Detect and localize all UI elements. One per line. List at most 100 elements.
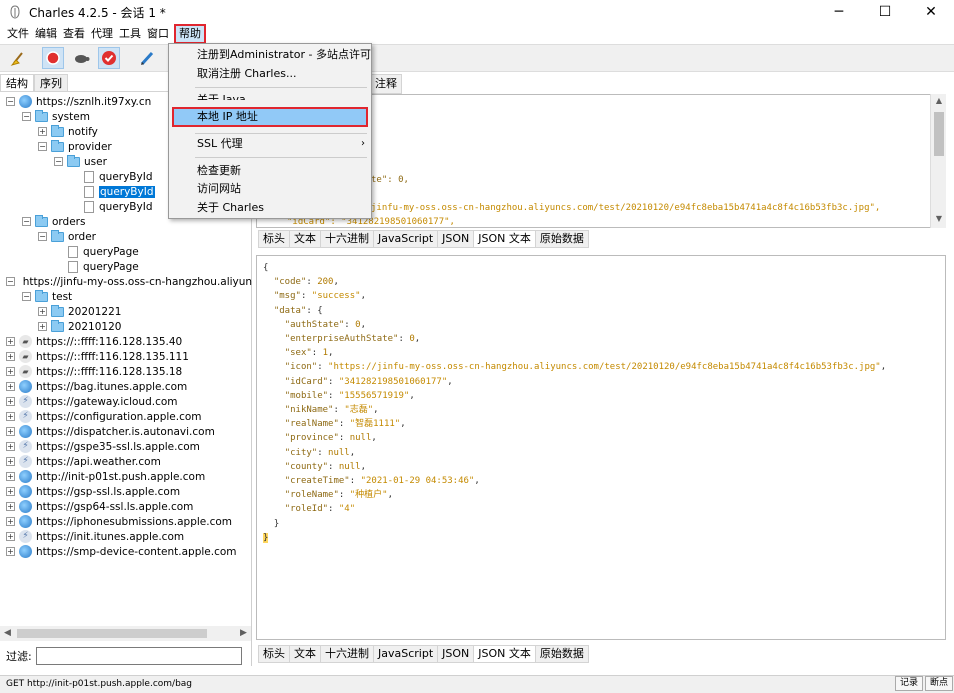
tree-node[interactable]: + https://gsp64-ssl.ls.apple.com <box>6 499 193 514</box>
expand-icon[interactable]: + <box>6 382 15 391</box>
record-icon[interactable] <box>42 47 64 69</box>
tree-node[interactable]: + https://dispatcher.is.autonavi.com <box>6 424 215 439</box>
tree-node[interactable]: + https://smp-device-content.apple.com <box>6 544 237 559</box>
tab-json[interactable]: JSON <box>437 645 475 663</box>
expand-icon[interactable]: + <box>6 457 15 466</box>
tree-node[interactable]: + ⚡ https://init.itunes.apple.com <box>6 529 184 544</box>
scrollbar-thumb[interactable] <box>934 112 944 156</box>
tree-node[interactable]: queryPage <box>68 244 139 259</box>
recording-button[interactable]: 记录 <box>895 676 924 691</box>
menu-item-local-ip[interactable]: 本地 IP 地址 <box>172 107 368 127</box>
tree-node[interactable]: + ⚡ https://configuration.apple.com <box>6 409 202 424</box>
expand-icon[interactable]: + <box>6 397 15 406</box>
tree-node[interactable]: + ⚡ https://gspe35-ssl.ls.apple.com <box>6 439 200 454</box>
menu-view[interactable]: 查看 <box>60 25 88 43</box>
menu-item-ssl-proxy[interactable]: SSL 代理 › <box>169 134 371 154</box>
tab-json-text[interactable]: JSON 文本 <box>473 230 536 248</box>
expand-icon[interactable]: + <box>38 127 47 136</box>
tab-hex[interactable]: 十六进制 <box>320 645 374 663</box>
tab-notes[interactable]: 注释 <box>370 74 402 94</box>
expand-icon[interactable]: + <box>6 352 15 361</box>
minimize-button[interactable]: ─ <box>816 0 862 24</box>
expand-icon[interactable]: + <box>6 412 15 421</box>
broom-icon[interactable] <box>8 47 30 69</box>
collapse-icon[interactable]: − <box>22 217 31 226</box>
tree-node[interactable]: − test <box>22 289 72 304</box>
tree-node[interactable]: − order <box>38 229 96 244</box>
tree-node[interactable]: + http://init-p01st.push.apple.com <box>6 469 205 484</box>
breakpoints-status-button[interactable]: 断点 <box>925 676 954 691</box>
tree-node[interactable]: queryById <box>84 169 153 184</box>
scroll-left-icon[interactable]: ◀ <box>0 626 15 641</box>
tree-node[interactable]: + https://iphonesubmissions.apple.com <box>6 514 232 529</box>
expand-icon[interactable]: + <box>38 322 47 331</box>
scrollbar-thumb[interactable] <box>17 629 207 638</box>
tree-node[interactable]: +20210120 <box>38 319 121 334</box>
expand-icon[interactable]: + <box>6 547 15 556</box>
compose-pen-icon[interactable] <box>136 47 158 69</box>
tree-node[interactable]: − orders <box>22 214 85 229</box>
menu-item-about-charles[interactable]: 关于 Charles <box>169 198 371 218</box>
tree-node[interactable]: + ▰ https://::ffff:116.128.135.18 <box>6 364 182 379</box>
expand-icon[interactable]: + <box>6 427 15 436</box>
menu-item-unregister[interactable]: 取消注册 Charles... <box>169 64 371 84</box>
collapse-icon[interactable]: − <box>6 97 15 106</box>
filter-input[interactable] <box>35 647 242 665</box>
collapse-icon[interactable]: − <box>38 142 47 151</box>
tree-node[interactable]: + notify <box>38 124 98 139</box>
scroll-down-icon[interactable]: ▼ <box>931 214 947 223</box>
collapse-icon[interactable]: − <box>38 232 47 241</box>
scroll-right-icon[interactable]: ▶ <box>236 626 251 641</box>
tab-headers[interactable]: 标头 <box>258 645 290 663</box>
expand-icon[interactable]: + <box>6 337 15 346</box>
menu-window[interactable]: 窗口 <box>144 25 172 43</box>
tree-node[interactable]: + ⚡ https://api.weather.com <box>6 454 161 469</box>
expand-icon[interactable]: + <box>6 517 15 526</box>
tree-node[interactable]: − system <box>22 109 90 124</box>
menu-proxy[interactable]: 代理 <box>88 25 116 43</box>
tree-node[interactable]: queryById <box>84 199 153 214</box>
collapse-icon[interactable]: − <box>54 157 63 166</box>
tree-node-selected[interactable]: queryById <box>84 184 155 199</box>
collapse-icon[interactable]: − <box>22 112 31 121</box>
tree-node[interactable]: + ▰ https://::ffff:116.128.135.40 <box>6 334 182 349</box>
expand-icon[interactable]: + <box>6 502 15 511</box>
tab-json[interactable]: JSON <box>437 230 475 248</box>
tab-hex[interactable]: 十六进制 <box>320 230 374 248</box>
tab-sequence[interactable]: 序列 <box>34 74 68 91</box>
collapse-icon[interactable]: − <box>22 292 31 301</box>
expand-icon[interactable]: + <box>6 442 15 451</box>
tree-node[interactable]: − https://sznlh.it97xy.cn <box>6 94 151 109</box>
menu-file[interactable]: 文件 <box>4 25 32 43</box>
tree-node[interactable]: +20201221 <box>38 304 121 319</box>
expand-icon[interactable]: + <box>6 472 15 481</box>
throttle-turtle-icon[interactable] <box>70 47 92 69</box>
tree-node[interactable]: − https://jinfu-my-oss.oss-cn-hangzhou.al… <box>6 274 252 289</box>
tree-node[interactable]: − provider <box>38 139 112 154</box>
scroll-up-icon[interactable]: ▲ <box>931 96 947 105</box>
tree-node[interactable]: + ▰ https://::ffff:116.128.135.111 <box>6 349 189 364</box>
tab-raw[interactable]: 原始数据 <box>534 230 589 248</box>
tab-text[interactable]: 文本 <box>289 230 321 248</box>
tree-node[interactable]: queryPage <box>68 259 139 274</box>
tab-headers[interactable]: 标头 <box>258 230 290 248</box>
tab-javascript[interactable]: JavaScript <box>373 645 439 663</box>
maximize-button[interactable]: ☐ <box>862 0 908 24</box>
menu-item-visit-website[interactable]: 访问网站 <box>169 179 371 199</box>
collapse-icon[interactable]: − <box>6 277 15 286</box>
breakpoints-icon[interactable] <box>98 47 120 69</box>
tab-structure[interactable]: 结构 <box>0 74 34 91</box>
menu-help[interactable]: 帮助 <box>174 24 206 44</box>
horizontal-scrollbar[interactable]: ◀ ▶ <box>0 626 251 641</box>
tree-node[interactable]: + https://bag.itunes.apple.com <box>6 379 187 394</box>
expand-icon[interactable]: + <box>6 367 15 376</box>
menu-item-check-updates[interactable]: 检查更新 <box>169 161 371 181</box>
tree-node[interactable]: − user <box>54 154 107 169</box>
expand-icon[interactable]: + <box>6 532 15 541</box>
expand-icon[interactable]: + <box>6 487 15 496</box>
close-button[interactable]: ✕ <box>908 0 954 24</box>
menu-tools[interactable]: 工具 <box>116 25 144 43</box>
tab-text[interactable]: 文本 <box>289 645 321 663</box>
menu-item-register[interactable]: 注册到Administrator - 多站点许可 <box>169 45 371 65</box>
tab-javascript[interactable]: JavaScript <box>373 230 439 248</box>
